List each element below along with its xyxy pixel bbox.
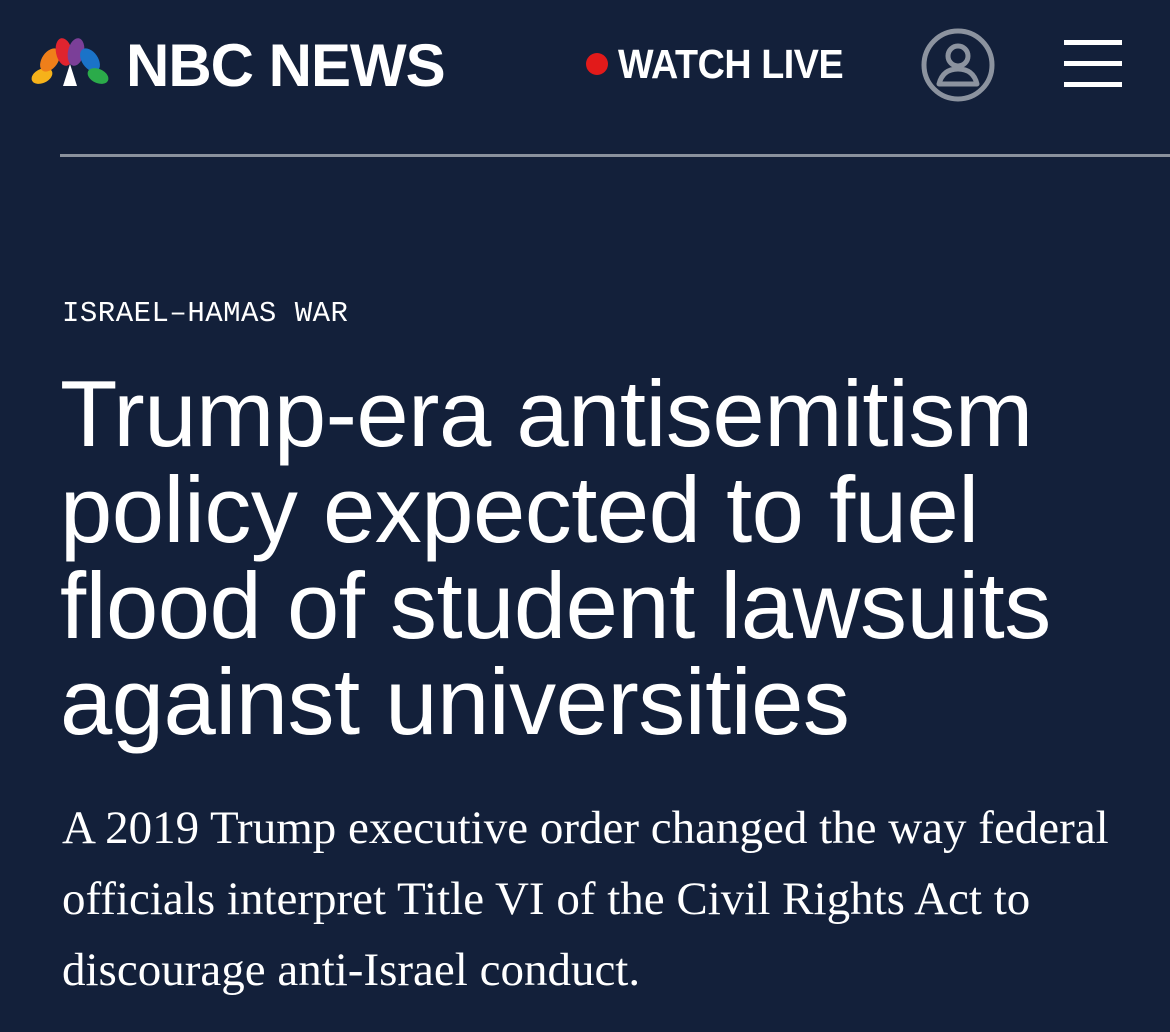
peacock-logo-icon [31,38,109,86]
site-header: NBC NEWS WATCH LIVE [0,0,1170,130]
section-label[interactable]: ISRAEL–HAMAS WAR [62,297,348,330]
menu-line [1064,82,1122,87]
nbc-news-logo[interactable]: NBC NEWS [28,32,446,99]
article-headline: Trump-era antisemitism policy expected t… [60,361,1051,754]
live-indicator-dot [586,53,608,75]
article-dek: A 2019 Trump executive order changed the… [62,802,1109,996]
menu-line [1064,40,1122,45]
header-divider [60,154,1170,157]
watch-live-label: WATCH LIVE [618,40,844,87]
brand-wordmark: NBC NEWS [126,32,446,99]
hamburger-menu-icon[interactable] [1064,40,1122,88]
watch-live-button[interactable]: WATCH LIVE [586,40,863,88]
menu-line [1064,61,1122,66]
user-account-icon[interactable] [920,27,996,103]
